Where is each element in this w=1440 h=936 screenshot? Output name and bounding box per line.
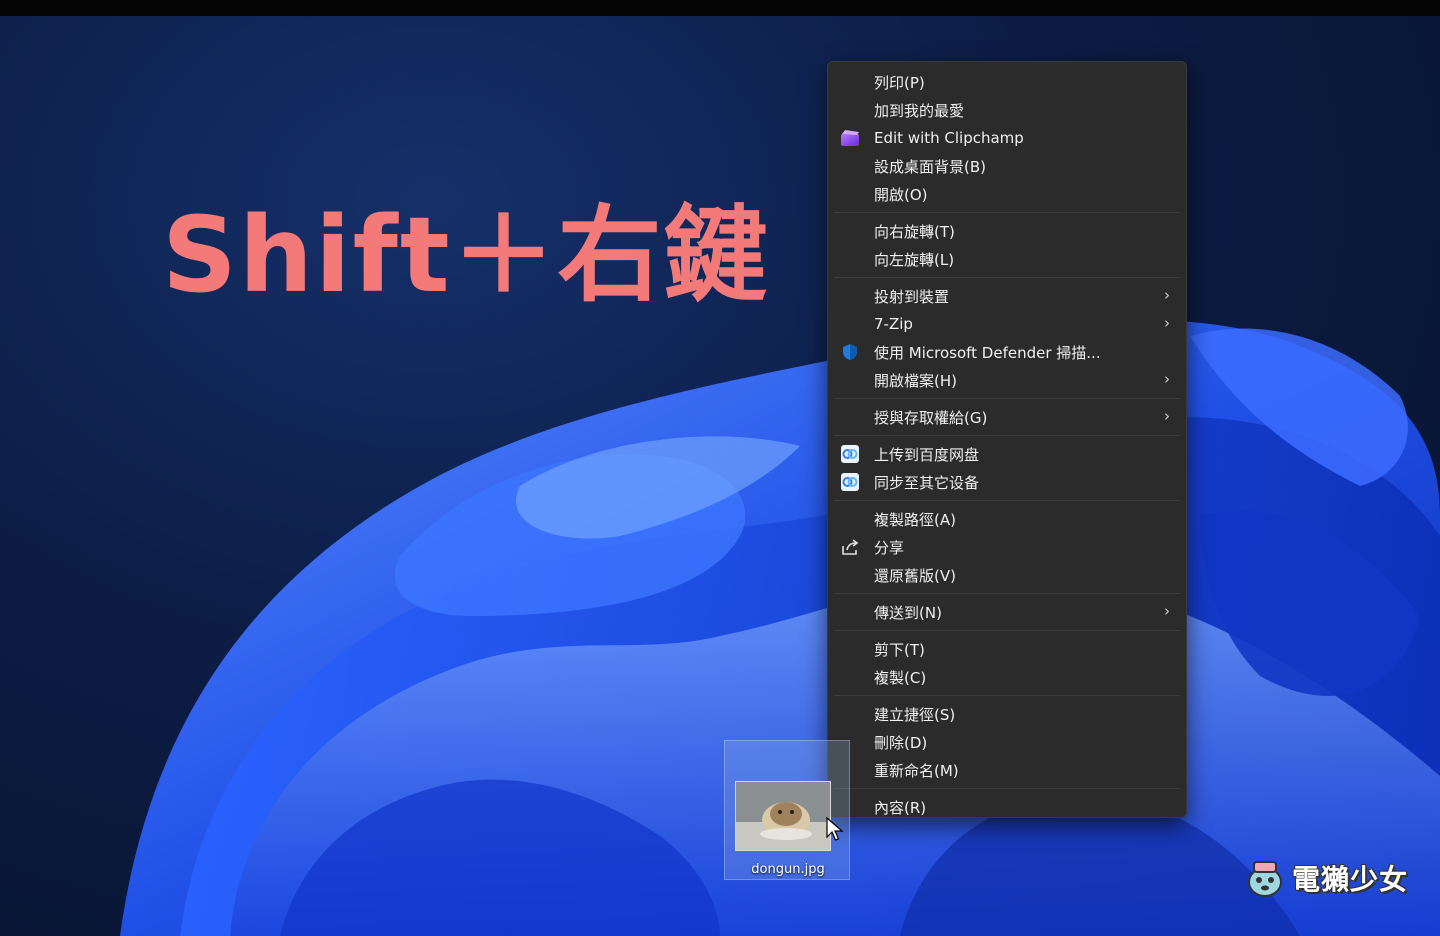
desktop[interactable]: Shift＋右鍵 xyxy=(0,16,1440,936)
menu-item-label: 列印(P) xyxy=(874,73,925,92)
menu-item-label: 剪下(T) xyxy=(874,640,925,659)
menu-item-label: 複製(C) xyxy=(874,668,927,687)
clipchamp-icon xyxy=(840,129,860,147)
file-name-label: dongun.jpg xyxy=(751,862,825,877)
top-black-bar xyxy=(0,0,1440,16)
menu-item-label: 授與存取權給(G) xyxy=(874,408,988,427)
menu-item[interactable]: 傳送到(N) › xyxy=(828,598,1186,626)
bloom-wallpaper xyxy=(120,319,1440,936)
menu-item[interactable]: 重新命名(M) xyxy=(828,756,1186,784)
menu-item[interactable]: 開啟(O) xyxy=(828,180,1186,208)
menu-item-label: 傳送到(N) xyxy=(874,603,942,622)
menu-item[interactable]: 列印(P) xyxy=(828,68,1186,96)
menu-item[interactable]: 複製路徑(A) xyxy=(828,505,1186,533)
menu-item[interactable]: 上传到百度网盘 xyxy=(828,440,1186,468)
menu-item-label: 同步至其它设备 xyxy=(874,473,980,492)
headline-text: Shift＋右鍵 xyxy=(162,194,770,316)
menu-item[interactable]: 授與存取權給(G) › xyxy=(828,403,1186,431)
menu-item[interactable]: 分享 xyxy=(828,533,1186,561)
menu-item-label: 上传到百度网盘 xyxy=(874,445,980,464)
menu-item-label: 向右旋轉(T) xyxy=(874,222,955,241)
chevron-right-icon: › xyxy=(1164,286,1170,304)
menu-item[interactable]: 向右旋轉(T) xyxy=(828,217,1186,245)
menu-item[interactable]: 內容(R) xyxy=(828,793,1186,821)
hamster-thumbnail-image xyxy=(736,782,830,850)
menu-item-label: Edit with Clipchamp xyxy=(874,129,1024,147)
menu-item-label: 投射到裝置 xyxy=(874,287,950,306)
menu-separator xyxy=(834,398,1180,399)
watermark-text: 電獺少女 xyxy=(1292,863,1409,896)
desktop-file-icon[interactable]: dongun.jpg xyxy=(724,740,850,880)
menu-separator xyxy=(834,695,1180,696)
menu-separator xyxy=(834,500,1180,501)
menu-item[interactable]: 設成桌面背景(B) xyxy=(828,152,1186,180)
menu-item-label: 加到我的最愛 xyxy=(874,101,965,120)
menu-item-label: 向左旋轉(L) xyxy=(874,250,955,269)
menu-separator xyxy=(834,593,1180,594)
watermark-logo: 電獺少女 xyxy=(1246,858,1408,898)
menu-separator xyxy=(834,788,1180,789)
file-thumbnail xyxy=(735,781,831,851)
menu-item-label: 分享 xyxy=(874,538,905,557)
menu-item-label: 內容(R) xyxy=(874,798,927,817)
share-icon xyxy=(840,538,860,556)
menu-item[interactable]: 開啟檔案(H) › xyxy=(828,366,1186,394)
menu-item-label: 還原舊版(V) xyxy=(874,566,956,585)
menu-item-label: 7-Zip xyxy=(874,315,913,333)
menu-item[interactable]: 投射到裝置 › xyxy=(828,282,1186,310)
menu-item-label: 使用 Microsoft Defender 掃描... xyxy=(874,343,1101,362)
context-menu: 列印(P) 加到我的最愛 Edit with Clipchamp 設成桌面背景(B) 開… xyxy=(827,61,1187,818)
menu-item[interactable]: 同步至其它设备 xyxy=(828,468,1186,496)
mouse-cursor-icon xyxy=(826,817,844,841)
menu-item[interactable]: 複製(C) xyxy=(828,663,1186,691)
menu-item[interactable]: 向左旋轉(L) xyxy=(828,245,1186,273)
chevron-right-icon: › xyxy=(1164,314,1170,332)
menu-separator xyxy=(834,277,1180,278)
menu-item[interactable]: 還原舊版(V) xyxy=(828,561,1186,589)
menu-item-label: 開啟(O) xyxy=(874,185,928,204)
menu-separator xyxy=(834,435,1180,436)
menu-separator xyxy=(834,630,1180,631)
baidu-netdisk-icon xyxy=(840,445,860,463)
menu-item-label: 設成桌面背景(B) xyxy=(874,157,986,176)
menu-item[interactable]: 剪下(T) xyxy=(828,635,1186,663)
menu-separator xyxy=(834,212,1180,213)
menu-item[interactable]: 7-Zip › xyxy=(828,310,1186,338)
menu-item[interactable]: 建立捷徑(S) xyxy=(828,700,1186,728)
chevron-right-icon: › xyxy=(1164,370,1170,388)
baidu-netdisk-icon xyxy=(840,473,860,491)
menu-item[interactable]: 加到我的最愛 xyxy=(828,96,1186,124)
otter-mascot-icon xyxy=(1248,861,1282,897)
menu-item[interactable]: 使用 Microsoft Defender 掃描... xyxy=(828,338,1186,366)
menu-item-label: 建立捷徑(S) xyxy=(874,705,956,724)
menu-item-label: 開啟檔案(H) xyxy=(874,371,957,390)
menu-item-label: 重新命名(M) xyxy=(874,761,959,780)
menu-item-label: 刪除(D) xyxy=(874,733,928,752)
defender-shield-icon xyxy=(840,343,860,361)
menu-item[interactable]: 刪除(D) xyxy=(828,728,1186,756)
menu-item-label: 複製路徑(A) xyxy=(874,510,956,529)
menu-item[interactable]: Edit with Clipchamp xyxy=(828,124,1186,152)
chevron-right-icon: › xyxy=(1164,407,1170,425)
chevron-right-icon: › xyxy=(1164,602,1170,620)
